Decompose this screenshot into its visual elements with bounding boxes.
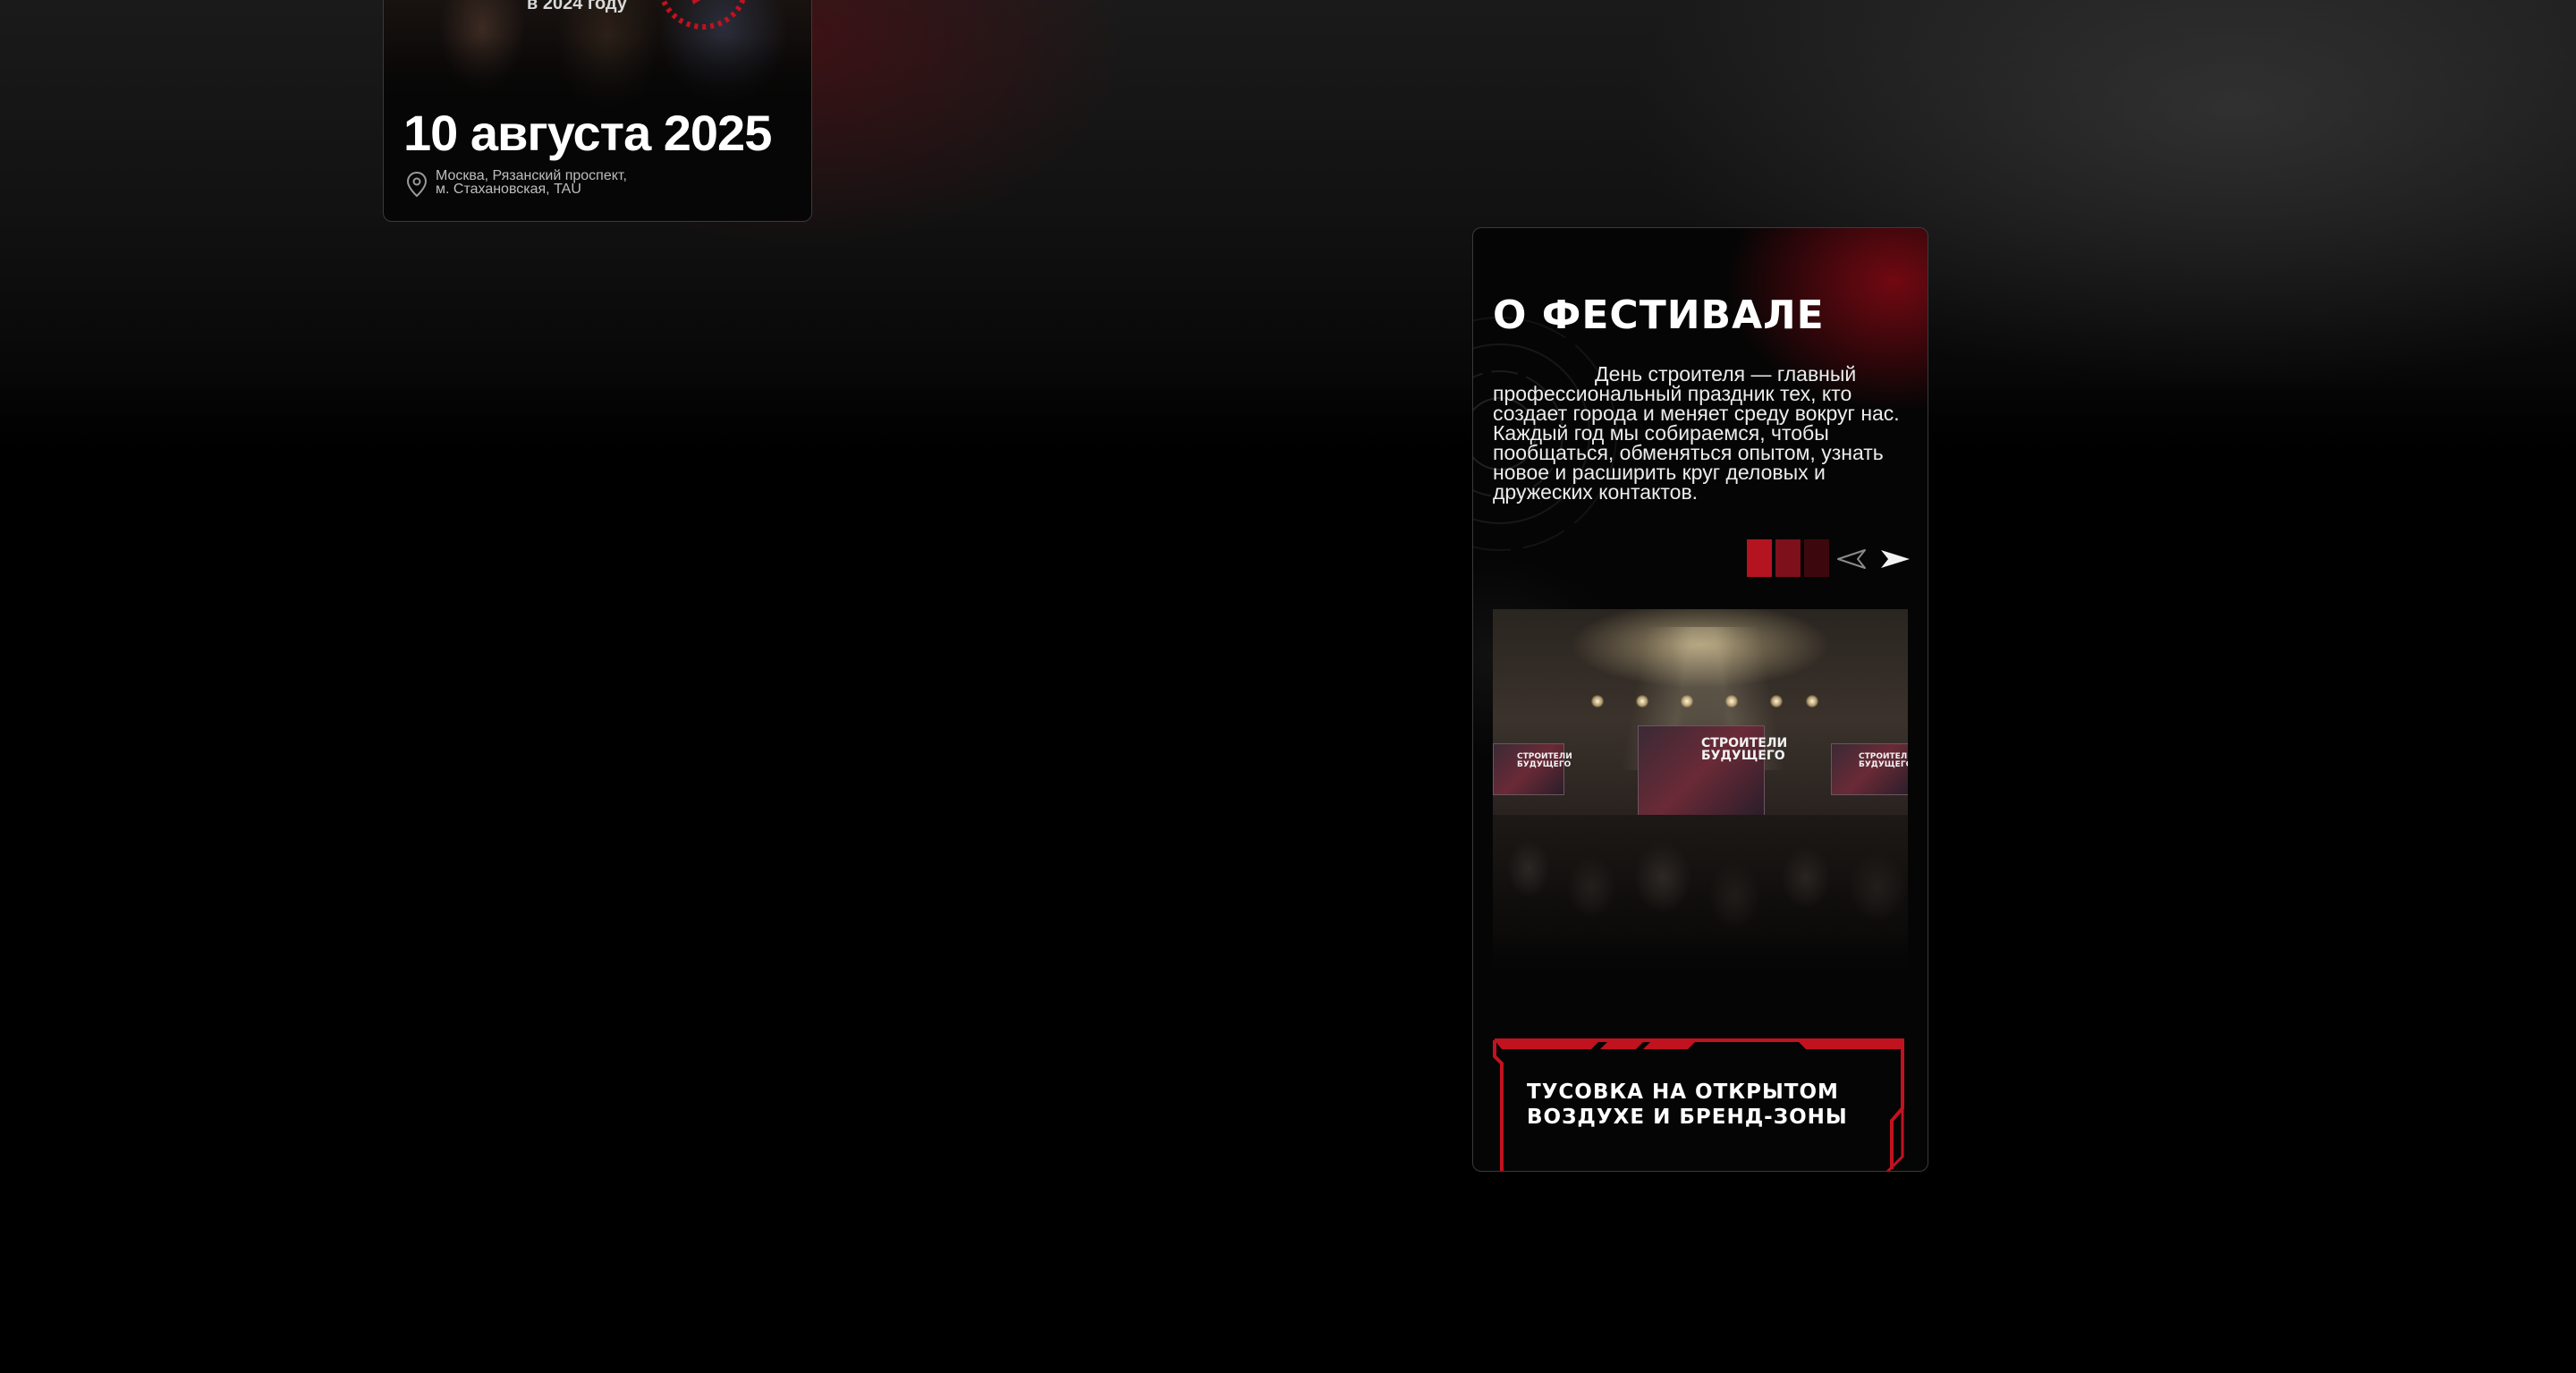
location-pin-icon bbox=[406, 171, 428, 198]
side-screen-right: СТРОИТЕЛИ БУДУЩЕГО bbox=[1831, 743, 1908, 795]
slider-indicator-2[interactable] bbox=[1775, 539, 1801, 577]
address-line-1: Москва, Рязанский проспект, bbox=[436, 168, 627, 183]
feature-label: ТУСОВКА НА ОТКРЫТОМ ВОЗДУХЕ И БРЕНД-ЗОНЫ bbox=[1527, 1081, 1848, 1129]
section-title: О ФЕСТИВАЛЕ bbox=[1493, 292, 1825, 338]
stage-light bbox=[1681, 695, 1693, 708]
stage-light bbox=[1725, 695, 1738, 708]
slider-indicator-3[interactable] bbox=[1804, 539, 1829, 577]
play-badge-icon bbox=[660, 0, 746, 30]
stage-light bbox=[1806, 695, 1818, 708]
festival-concert-photo: СТРОИТЕЛИ БУДУЩЕГО СТРОИТЕЛИ БУДУЩЕГО СТ… bbox=[1493, 609, 1908, 972]
stage-light bbox=[1636, 695, 1648, 708]
slider-indicator-1[interactable] bbox=[1747, 539, 1772, 577]
stage-light bbox=[1591, 695, 1604, 708]
event-address: Москва, Рязанский проспект, м. Стахановс… bbox=[436, 168, 627, 197]
year-caption: в 2024 году bbox=[527, 0, 627, 13]
feature-item: ТУСОВКА НА ОТКРЫТОМ ВОЗДУХЕ И БРЕНД-ЗОНЫ bbox=[1493, 1038, 1906, 1171]
about-festival-card: О ФЕСТИВАЛЕ День строителя — главный про… bbox=[1472, 227, 1928, 1172]
address-line-2: м. Стахановская, TAU bbox=[436, 182, 581, 197]
slider-next-arrow-icon[interactable] bbox=[1877, 547, 1913, 572]
stage-lights bbox=[1493, 695, 1908, 713]
festival-description: День строителя — главный профессиональны… bbox=[1493, 362, 1900, 504]
screen-text-left: СТРОИТЕЛИ БУДУЩЕГО bbox=[1517, 752, 1572, 769]
side-screen-left: СТРОИТЕЛИ БУДУЩЕГО bbox=[1493, 743, 1572, 795]
slider-prev-arrow-icon[interactable] bbox=[1833, 547, 1868, 572]
screen-text-right: СТРОИТЕЛИ БУДУЩЕГО bbox=[1859, 752, 1908, 769]
stage-light bbox=[1770, 695, 1783, 708]
main-stage-screen: СТРОИТЕЛИ БУДУЩЕГО bbox=[1638, 725, 1788, 817]
event-date: 10 августа 2025 bbox=[403, 105, 772, 161]
photo-fade bbox=[1493, 931, 1908, 972]
background-fade bbox=[0, 376, 2576, 483]
event-date-card: в 2024 году 10 августа 2025 Москва, Ряза… bbox=[383, 0, 812, 222]
screen-text-center: СТРОИТЕЛИ БУДУЩЕГО bbox=[1701, 736, 1788, 763]
